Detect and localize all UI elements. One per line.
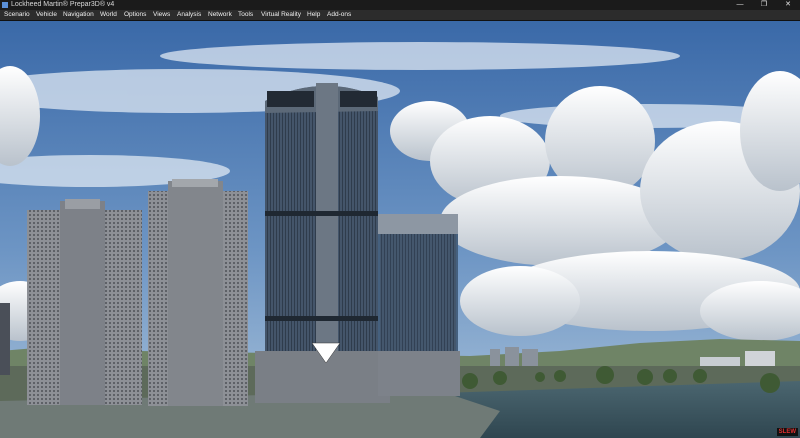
menu-analysis[interactable]: Analysis (177, 10, 201, 20)
app-logo-icon (2, 2, 8, 8)
menu-options[interactable]: Options (124, 10, 146, 20)
menu-network[interactable]: Network (208, 10, 232, 20)
window-title: Lockheed Martin® Prepar3D® v4 (11, 1, 115, 8)
menu-bar: Scenario Vehicle Navigation World Option… (0, 10, 800, 21)
residential-tower-center (148, 179, 248, 406)
menu-scenario[interactable]: Scenario (4, 10, 30, 20)
building-far-left (0, 303, 10, 375)
title-bar: Lockheed Martin® Prepar3D® v4 — ❐ ✕ (0, 0, 800, 10)
menu-world[interactable]: World (100, 10, 117, 20)
menu-help[interactable]: Help (307, 10, 320, 20)
close-button[interactable]: ✕ (776, 0, 800, 10)
slew-status-badge: SLEW (776, 428, 798, 436)
menu-vehicle[interactable]: Vehicle (36, 10, 57, 20)
maximize-button[interactable]: ❐ (752, 0, 776, 10)
menu-tools[interactable]: Tools (238, 10, 253, 20)
menu-virtual-reality[interactable]: Virtual Reality (261, 10, 301, 20)
simulator-viewport[interactable] (0, 21, 800, 438)
menu-views[interactable]: Views (153, 10, 170, 20)
office-tower-right (378, 214, 460, 396)
minimize-button[interactable]: — (728, 0, 752, 10)
menu-navigation[interactable]: Navigation (63, 10, 94, 20)
residential-tower-left (27, 199, 142, 405)
menu-add-ons[interactable]: Add-ons (327, 10, 351, 20)
